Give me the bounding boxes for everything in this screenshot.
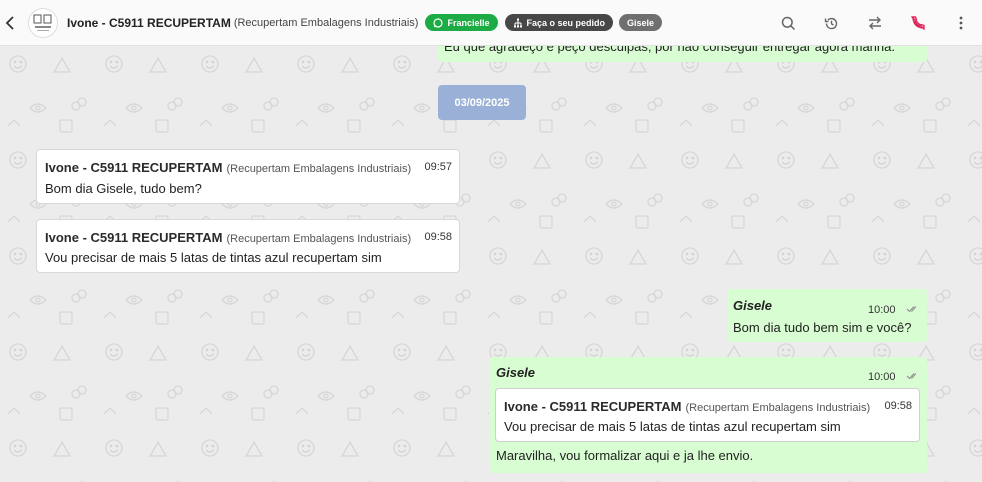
search-button[interactable] <box>767 0 810 46</box>
header-actions <box>767 0 982 46</box>
tag-label: Gisele <box>627 17 655 28</box>
transfer-icon <box>868 16 881 30</box>
hangup-button[interactable] <box>896 0 939 46</box>
quoted-time: 09:58 <box>884 400 912 412</box>
quoted-sender: Ivone - C5911 RECUPERTAM <box>504 399 682 414</box>
avatar-logo <box>33 14 52 31</box>
message-text: Eu que agradeço e peço desculpas, por nã… <box>444 46 895 54</box>
message-bubble-incoming[interactable]: Ivone - C5911 RECUPERTAM (Recupertam Emba… <box>36 149 460 204</box>
message-time: 09:57 <box>424 161 452 173</box>
double-check-icon <box>906 372 917 380</box>
message-bubble-previous[interactable]: Eu que agradeço e peço desculpas, por nã… <box>437 46 927 62</box>
message-text: Maravilha, vou formalizar aqui e ja lhe … <box>496 448 754 463</box>
chat-header: Ivone - C5911 RECUPERTAM (Recupertam Emb… <box>0 0 982 46</box>
quoted-sender-company: (Recupertam Embalagens Industriais) <box>685 402 871 414</box>
back-button[interactable] <box>0 0 20 46</box>
back-icon <box>5 15 14 30</box>
message-bubble-outgoing-reply[interactable]: Gisele 10:00 Ivone - C5911 RECUPERTAM (Re… <box>489 357 927 473</box>
message-sender: Gisele <box>733 298 773 313</box>
transfer-button[interactable] <box>853 0 896 46</box>
more-icon <box>959 16 962 30</box>
history-icon <box>824 17 838 29</box>
tag-agent[interactable]: Gisele <box>619 14 663 31</box>
message-bubble-incoming[interactable]: Ivone - C5911 RECUPERTAM (Recupertam Emba… <box>36 219 460 273</box>
contact-name: Ivone - C5911 RECUPERTAM <box>67 15 231 30</box>
message-sender-line: Ivone - C5911 RECUPERTAM (Recupertam Emba… <box>45 229 411 247</box>
message-time: 10:00 <box>868 304 896 316</box>
double-check-icon <box>906 305 917 313</box>
tag-order[interactable]: Faça o seu pedido <box>504 14 614 31</box>
message-sender: Gisele <box>496 365 536 380</box>
chat-area[interactable]: Eu que agradeço e peço desculpas, por nã… <box>0 46 982 482</box>
message-sender-company: (Recupertam Embalagens Industriais) <box>226 163 412 175</box>
contact-company: (Recupertam Embalagens Industriais) <box>233 16 419 29</box>
quoted-message[interactable]: Ivone - C5911 RECUPERTAM (Recupertam Emba… <box>495 388 920 442</box>
message-sender-line: Ivone - C5911 RECUPERTAM (Recupertam Emba… <box>45 159 411 177</box>
quoted-sender-line: Ivone - C5911 RECUPERTAM (Recupertam Emba… <box>504 398 870 416</box>
search-icon <box>781 16 796 30</box>
tag-label: Francielle <box>447 17 490 28</box>
message-sender: Ivone - C5911 RECUPERTAM <box>45 160 223 175</box>
message-text: Bom dia tudo bem sim e você? <box>733 320 912 335</box>
tag-label: Faça o seu pedido <box>526 17 606 28</box>
quoted-text: Vou precisar de mais 5 latas de tintas a… <box>504 419 841 434</box>
message-time: 10:00 <box>868 371 896 383</box>
more-button[interactable] <box>939 0 982 46</box>
message-bubble-outgoing[interactable]: Gisele 10:00 Bom dia tudo bem sim e você… <box>727 289 927 342</box>
message-time: 09:58 <box>424 231 452 243</box>
message-sender-company: (Recupertam Embalagens Industriais) <box>226 233 412 245</box>
hangup-icon <box>910 16 925 30</box>
org-icon <box>513 18 522 27</box>
date-separator: 03/09/2025 <box>438 85 526 120</box>
avatar[interactable] <box>28 7 58 38</box>
message-meta: 10:00 <box>868 367 920 385</box>
message-text: Bom dia Gisele, tudo bem? <box>45 181 202 196</box>
whatsapp-icon <box>433 17 444 28</box>
message-text: Vou precisar de mais 5 latas de tintas a… <box>45 250 382 265</box>
message-sender: Ivone - C5911 RECUPERTAM <box>45 230 223 245</box>
tag-whatsapp-agent[interactable]: Francielle <box>425 14 498 31</box>
history-button[interactable] <box>810 0 853 46</box>
message-meta: 10:00 <box>868 300 920 318</box>
